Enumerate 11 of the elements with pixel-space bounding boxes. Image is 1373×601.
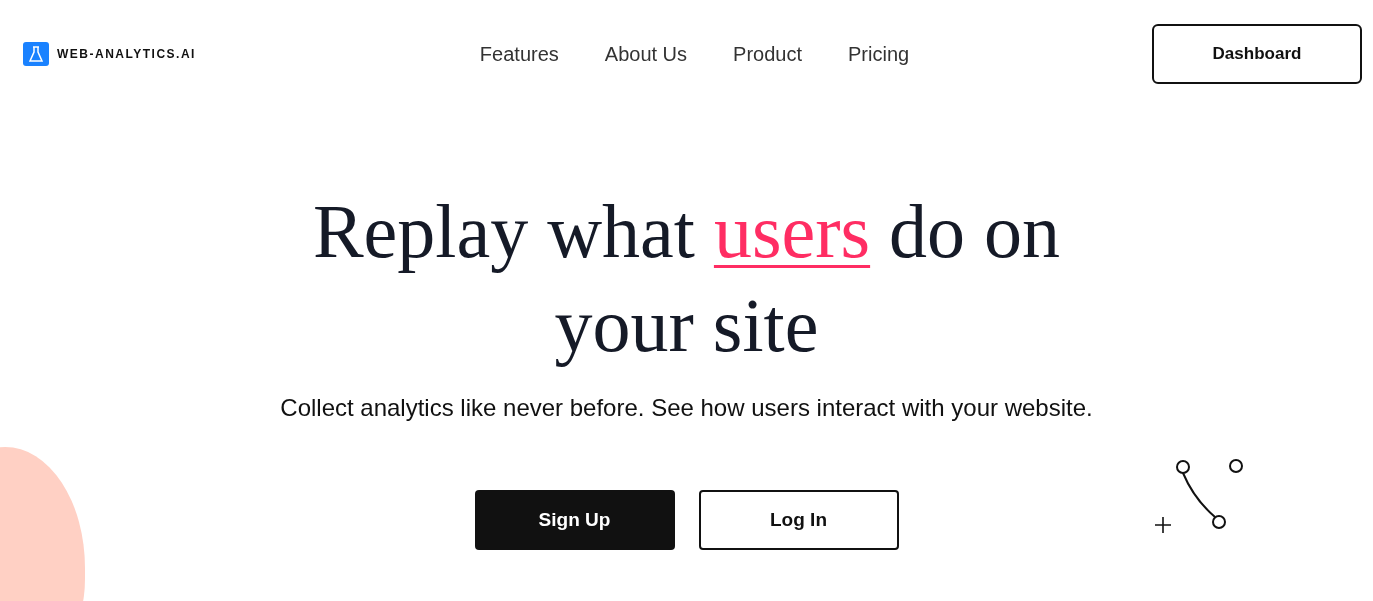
- log-in-button[interactable]: Log In: [698, 490, 899, 550]
- flask-icon: [23, 42, 49, 66]
- hero-heading: Replay what users do on your site: [311, 188, 1062, 369]
- nav-link[interactable]: About Us: [604, 39, 688, 69]
- sign-up-button[interactable]: Sign Up: [474, 490, 675, 550]
- nav-link[interactable]: Features: [479, 39, 559, 69]
- nav-link[interactable]: Pricing: [848, 39, 910, 69]
- dashboard-button[interactable]: Dashboard: [1152, 24, 1362, 84]
- hero-subtitle: Collect analytics like never before. See how users interact with your website.: [280, 393, 1093, 423]
- nav-link[interactable]: Product: [733, 39, 802, 69]
- logo-text: WEB-ANALYTICS.AI: [57, 46, 196, 63]
